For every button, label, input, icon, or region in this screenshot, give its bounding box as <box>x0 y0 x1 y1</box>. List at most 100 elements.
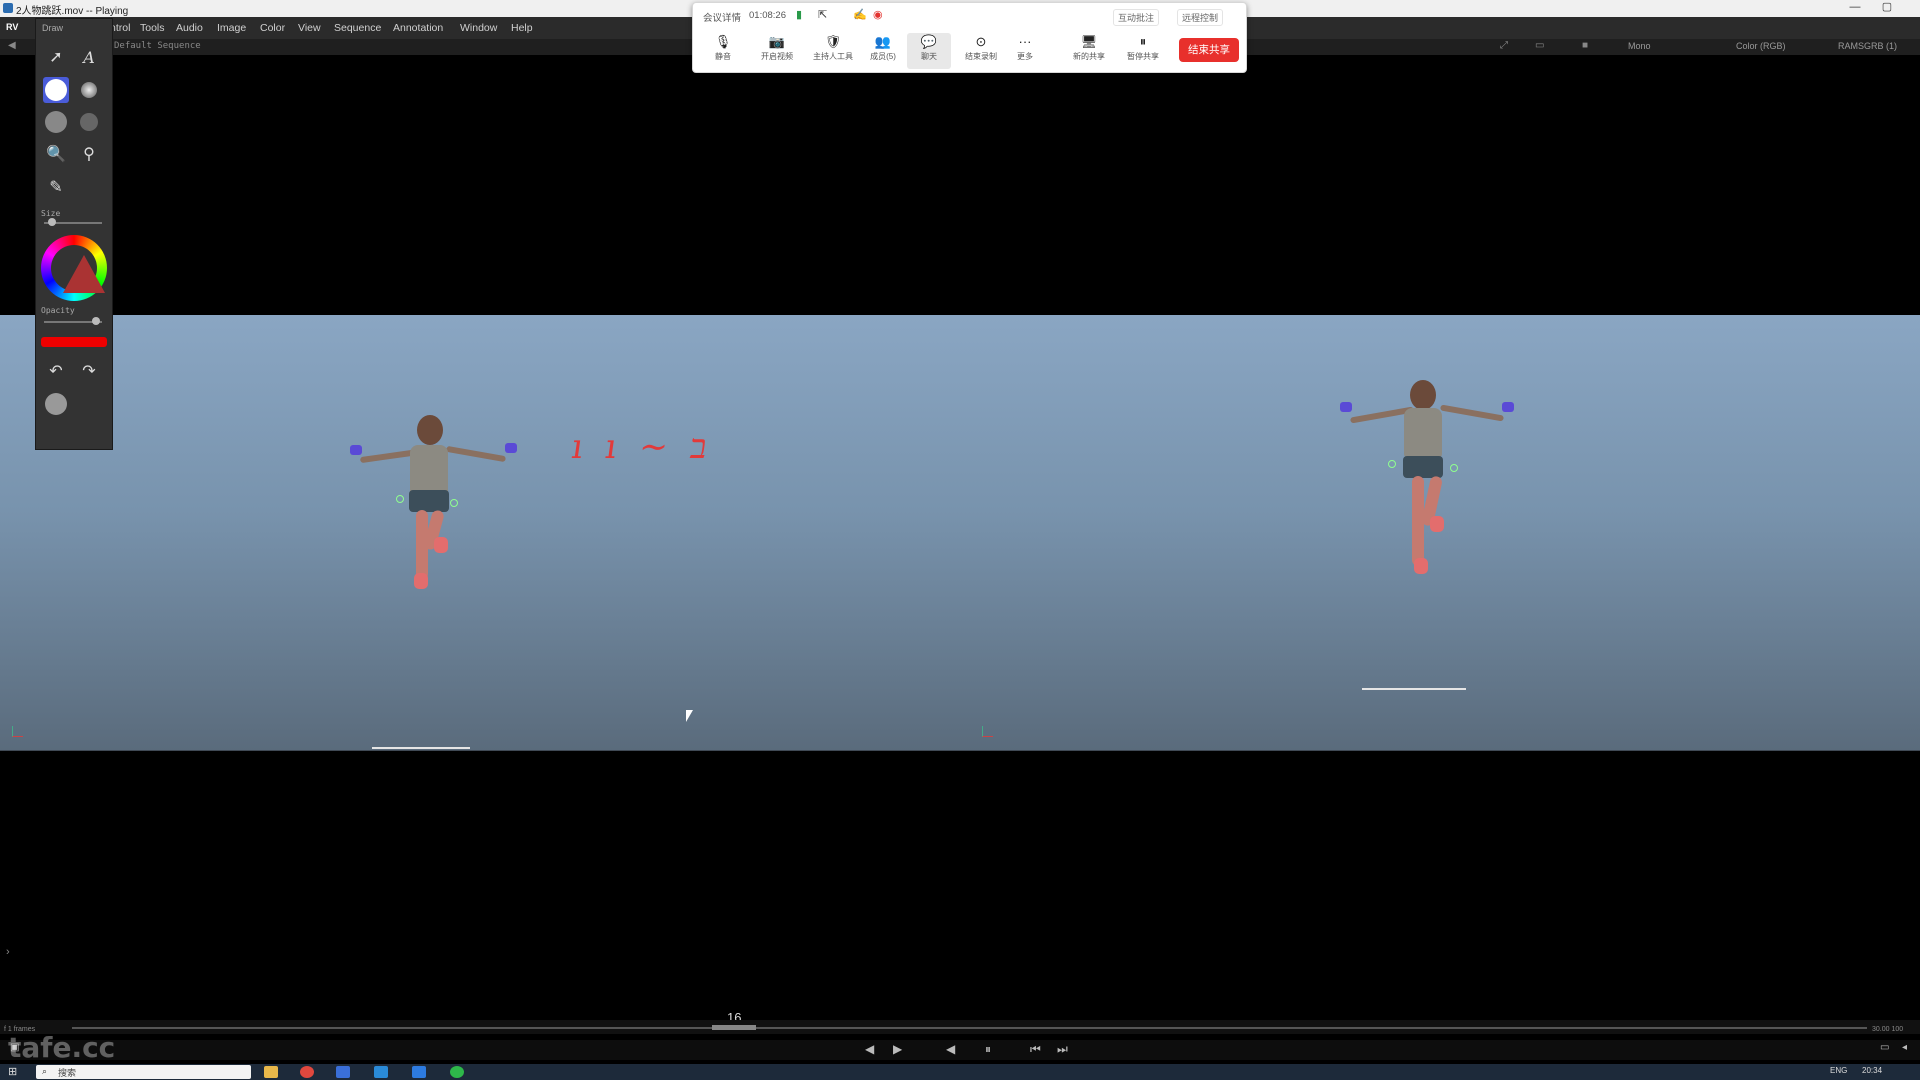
fullscreen-icon[interactable]: ⤢ <box>1500 40 1508 51</box>
pause-share-label: 暂停共享 <box>1127 52 1159 61</box>
maximize-button[interactable]: ▢ <box>1872 0 1902 17</box>
shield-icon: 🛡 <box>824 34 842 49</box>
annotate-icon[interactable]: ✍ <box>853 8 867 21</box>
eyedropper-icon[interactable]: ✎ <box>43 175 69 201</box>
viewport-baseline <box>0 750 1920 751</box>
start-video-label: 开启视频 <box>761 52 793 61</box>
popout-icon[interactable]: ⇱ <box>818 8 827 21</box>
video-viewport[interactable] <box>0 315 1920 751</box>
menu-window[interactable]: Window <box>460 22 497 34</box>
mic-icon: 🎙 <box>714 34 732 49</box>
more-icon: ··· <box>1018 34 1032 49</box>
file-explorer-icon[interactable] <box>264 1066 278 1078</box>
remote-control-button[interactable]: 远程控制 <box>1177 9 1224 26</box>
figure-foot <box>434 537 448 553</box>
redo-icon[interactable]: ↷ <box>76 359 102 385</box>
undo-icon[interactable]: ↶ <box>43 359 69 385</box>
rig-control[interactable] <box>396 495 404 503</box>
menu-help[interactable]: Help <box>511 22 533 34</box>
record-icon: ⊙ <box>975 34 987 49</box>
host-tools-button[interactable]: 🛡 主持人工具 <box>807 33 859 69</box>
brush-gray-button[interactable] <box>43 109 69 135</box>
start-icon[interactable]: ⊞ <box>8 1065 17 1078</box>
select-arrow-icon[interactable]: ➚ <box>43 45 69 71</box>
figure-torso <box>1404 408 1442 458</box>
stop-recording-button[interactable]: ⊙ 结束录制 <box>955 33 1007 69</box>
color-wheel-center <box>51 245 105 293</box>
back-icon[interactable]: ◀ <box>8 40 16 51</box>
timeline-track[interactable] <box>72 1027 1867 1029</box>
clear-icon[interactable] <box>43 391 69 417</box>
start-video-button[interactable]: 📷 开启视频 <box>751 33 803 69</box>
color-triangle[interactable] <box>63 255 105 293</box>
rv-taskbar-icon[interactable] <box>336 1066 350 1078</box>
end-share-button[interactable]: 结束共享 <box>1179 38 1239 62</box>
meeting-toolbar: 会议详情 01:08:26 ▮ ⇱ ✍ ◉ 互动批注 远程控制 🎙 静音 📷 开启视… <box>692 2 1247 73</box>
step-back-icon[interactable]: ◀ <box>865 1042 874 1056</box>
menu-color[interactable]: Color <box>260 22 285 34</box>
menu-sequence[interactable]: Sequence <box>334 22 381 34</box>
app-icon-blue[interactable] <box>412 1066 426 1078</box>
more-button[interactable]: ··· 更多 <box>1005 33 1045 69</box>
go-to-start-icon[interactable]: ⏮ <box>1030 1042 1041 1057</box>
pause-share-button[interactable]: ⏸ 暂停共享 <box>1117 33 1169 69</box>
wechat-icon[interactable] <box>450 1066 464 1078</box>
figure-arm <box>1439 404 1505 422</box>
minimize-button[interactable]: — <box>1840 0 1870 17</box>
rig-control[interactable] <box>1388 460 1396 468</box>
volume-icon[interactable]: ◂ <box>1902 1042 1907 1053</box>
clock[interactable]: 20:34 <box>1862 1066 1882 1075</box>
menu-annotation[interactable]: Annotation <box>393 22 443 34</box>
figure-shorts <box>1403 456 1443 478</box>
play-backward-icon[interactable]: ◀ <box>946 1042 955 1056</box>
playback-controls: ▣ ◀ ▶ ◀ ⏸ ⏮ ⏭ ▭ ◂ <box>0 1040 1920 1060</box>
app-icon <box>3 3 13 13</box>
chat-icon: 💬 <box>920 34 938 49</box>
text-tool-icon[interactable]: A <box>76 45 102 71</box>
brush-hard-button[interactable] <box>43 77 69 103</box>
bg-swatch-icon[interactable]: ■ <box>1582 40 1588 51</box>
chrome-icon[interactable] <box>300 1066 314 1078</box>
camera-icon: 📷 <box>768 34 786 49</box>
size-slider-knob[interactable] <box>48 218 56 226</box>
frame-icon[interactable]: ▭ <box>1535 40 1544 51</box>
timeline-playhead[interactable] <box>712 1025 756 1030</box>
menu-tools[interactable]: Tools <box>140 22 165 34</box>
menu-control[interactable]: ntrol <box>110 22 130 34</box>
language-indicator[interactable]: ENG <box>1830 1066 1847 1075</box>
brush-gray-soft-button[interactable] <box>76 109 102 135</box>
go-to-end-icon[interactable]: ⏭ <box>1057 1042 1068 1057</box>
magnifier-icon[interactable]: 🔍 <box>43 142 69 168</box>
meeting-details-link[interactable]: 会议详情 <box>703 10 741 24</box>
meeting-elapsed-time: 01:08:26 <box>749 10 786 21</box>
rig-control[interactable] <box>1450 464 1458 472</box>
timeline-bar[interactable] <box>0 1020 1920 1034</box>
color-mode-select[interactable]: Color (RGB) <box>1736 41 1786 51</box>
mute-button[interactable]: 🎙 静音 <box>697 33 749 69</box>
panel-expand-icon[interactable]: › <box>6 946 10 958</box>
view-mode-select[interactable]: Mono <box>1628 41 1651 51</box>
interactive-annotation-button[interactable]: 互动批注 <box>1113 9 1160 26</box>
timeline-fps-label: 30.00 100 <box>1872 1026 1904 1033</box>
opacity-slider-knob[interactable] <box>92 317 100 325</box>
dodge-tool-icon[interactable]: ⚲ <box>76 142 102 168</box>
meeting-app-icon[interactable] <box>374 1066 388 1078</box>
color-wheel[interactable] <box>41 235 107 301</box>
rig-control[interactable] <box>450 499 458 507</box>
red-annotation-stroke: ı ı ~ ב <box>569 427 716 467</box>
menu-audio[interactable]: Audio <box>176 22 203 34</box>
menu-image[interactable]: Image <box>217 22 246 34</box>
window-mode-icon[interactable]: ▭ <box>1880 1042 1889 1053</box>
pause-icon[interactable]: ⏸ <box>985 1042 991 1057</box>
menu-view[interactable]: View <box>298 22 321 34</box>
brush-soft-button[interactable] <box>76 77 102 103</box>
figure-head <box>417 415 443 445</box>
channel-select[interactable]: RAMSGRB (1) <box>1838 41 1897 51</box>
step-forward-icon[interactable]: ▶ <box>893 1042 902 1056</box>
watermark: tafe.cc <box>8 1031 116 1064</box>
taskbar-search[interactable]: ⌕ 搜索 <box>36 1065 251 1079</box>
new-share-button[interactable]: 🖥 新的共享 <box>1063 33 1115 69</box>
current-color-swatch[interactable] <box>41 337 107 347</box>
members-button[interactable]: 👥 成员(5) <box>857 33 909 69</box>
chat-button[interactable]: 💬 聊天 <box>907 33 951 69</box>
